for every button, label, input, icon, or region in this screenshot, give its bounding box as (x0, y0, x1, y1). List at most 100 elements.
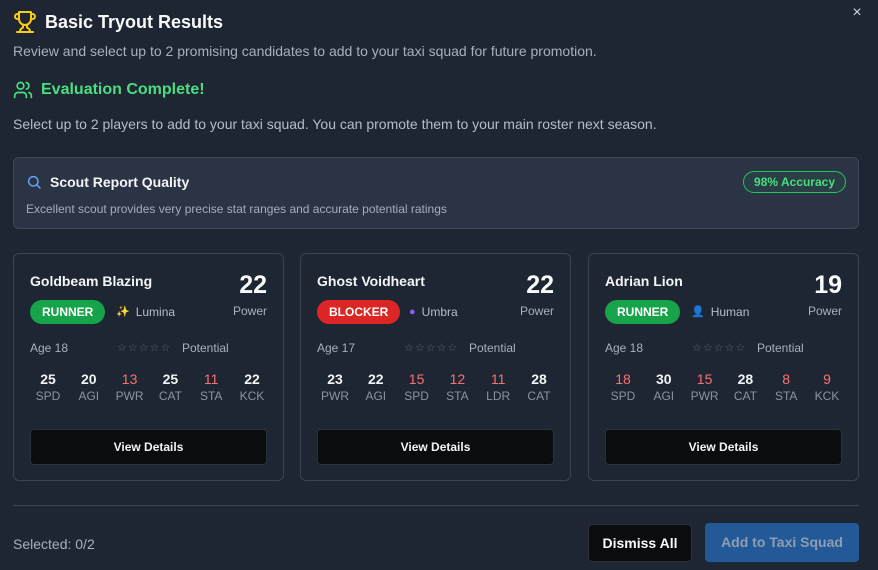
evaluation-header: Evaluation Complete! (13, 80, 205, 100)
users-icon (13, 81, 33, 99)
evaluation-description: Select up to 2 players to add to your ta… (13, 116, 657, 132)
stat-value: 11 (490, 371, 506, 387)
stat-value: 23 (327, 371, 343, 387)
view-details-button[interactable]: View Details (605, 429, 842, 465)
player-power: 22 (526, 271, 554, 299)
stat-value: 30 (656, 371, 672, 387)
stat-value: 18 (615, 371, 631, 387)
stat-value: 13 (121, 371, 138, 387)
close-icon[interactable]: × (848, 4, 866, 22)
player-race: ✨ Lumina (116, 305, 175, 319)
modal-subtitle: Review and select up to 2 promising cand… (13, 43, 597, 59)
player-stats: 18 SPD 30 AGI 15 PWR 28 CAT 8 STA 9 KCK (603, 371, 847, 403)
stat-value: 20 (81, 371, 97, 387)
power-label: Power (232, 304, 267, 318)
stat-item: 25 SPD (28, 371, 68, 403)
player-name: Goldbeam Blazing (30, 273, 153, 289)
player-race: 👤 Human (691, 305, 749, 319)
stat-value: 9 (823, 371, 831, 387)
accuracy-badge: 98% Accuracy (743, 171, 846, 193)
stat-item: 22 AGI (356, 371, 396, 403)
stat-item: 22 KCK (232, 371, 272, 403)
player-stats: 23 PWR 22 AGI 15 SPD 12 STA 11 LDR 28 CAT (315, 371, 559, 403)
stat-item: 30 AGI (644, 371, 684, 403)
stat-item: 8 STA (766, 371, 806, 403)
stat-item: 11 STA (191, 371, 231, 403)
stat-value: 11 (203, 371, 219, 387)
stat-item: 15 SPD (397, 371, 437, 403)
stat-key: SPD (610, 389, 636, 403)
player-card[interactable]: Adrian Lion 19 Power RUNNER 👤 Human Age … (588, 253, 859, 481)
player-card[interactable]: Goldbeam Blazing 22 Power RUNNER ✨ Lumin… (13, 253, 284, 481)
position-badge: BLOCKER (317, 300, 401, 324)
stat-key: PWR (115, 389, 144, 403)
stat-value: 12 (449, 371, 466, 387)
stat-item: 28 CAT (519, 371, 559, 403)
stat-value: 25 (162, 371, 179, 387)
stat-value: 15 (408, 371, 425, 387)
player-age: Age 17 (317, 341, 356, 355)
stat-key: STA (446, 389, 469, 403)
potential-stars: ☆☆☆☆☆ (404, 342, 459, 354)
stat-value: 15 (696, 371, 713, 387)
player-age: Age 18 (605, 341, 644, 355)
add-to-taxi-squad-button[interactable]: Add to Taxi Squad (705, 523, 859, 562)
view-details-button[interactable]: View Details (317, 429, 554, 465)
stat-item: 28 CAT (725, 371, 765, 403)
race-label: Umbra (421, 305, 458, 319)
stat-item: 18 SPD (603, 371, 643, 403)
modal-title: Basic Tryout Results (45, 11, 224, 32)
stat-key: LDR (486, 389, 511, 403)
stat-key: AGI (78, 389, 100, 403)
stat-value: 22 (368, 371, 384, 387)
stat-key: PWR (321, 389, 349, 403)
stat-key: SPD (404, 389, 429, 403)
modal-header: Basic Tryout Results (13, 10, 223, 34)
stat-value: 8 (782, 371, 791, 387)
stat-key: CAT (527, 389, 551, 403)
footer-divider (13, 505, 859, 506)
stat-value: 25 (40, 371, 56, 387)
player-race: ● Umbra (409, 305, 458, 319)
player-card[interactable]: Ghost Voidheart 22 Power BLOCKER ● Umbra… (300, 253, 571, 481)
scout-report-header: Scout Report Quality (26, 174, 189, 190)
race-label: Human (710, 305, 750, 319)
stat-key: STA (774, 389, 798, 403)
stat-item: 9 KCK (807, 371, 847, 403)
stat-key: KCK (239, 389, 265, 403)
player-stats: 25 SPD 20 AGI 13 PWR 25 CAT 11 STA 22 KCK (28, 371, 272, 403)
player-power: 22 (239, 271, 267, 299)
tryout-results-modal: × Basic Tryout Results Review and select… (0, 0, 878, 570)
stat-value: 22 (244, 371, 260, 387)
player-cards: Goldbeam Blazing 22 Power RUNNER ✨ Lumin… (13, 253, 859, 481)
power-label: Power (807, 304, 842, 318)
potential-label: Potential (757, 341, 804, 355)
stat-key: KCK (814, 389, 840, 403)
stat-key: AGI (365, 389, 387, 403)
scout-report-title: Scout Report Quality (50, 174, 190, 190)
shadow-orb-icon: ● (409, 306, 416, 318)
power-label: Power (519, 304, 554, 318)
potential-stars: ☆☆☆☆☆ (117, 342, 172, 354)
scout-report-description: Excellent scout provides very precise st… (26, 202, 447, 216)
player-age: Age 18 (30, 341, 69, 355)
stat-key: PWR (690, 389, 719, 403)
potential-label: Potential (469, 341, 516, 355)
view-details-button[interactable]: View Details (30, 429, 267, 465)
stat-item: 12 STA (437, 371, 477, 403)
dismiss-all-button[interactable]: Dismiss All (588, 524, 692, 562)
trophy-icon (14, 11, 36, 33)
player-name: Ghost Voidheart (317, 273, 425, 289)
search-icon (27, 175, 41, 189)
stat-value: 28 (531, 371, 547, 387)
sparkles-icon: ✨ (116, 306, 130, 318)
potential-label: Potential (182, 341, 229, 355)
stat-key: STA (199, 389, 223, 403)
selected-count: Selected: 0/2 (13, 536, 95, 552)
stat-item: 15 PWR (685, 371, 725, 403)
evaluation-title: Evaluation Complete! (41, 81, 205, 98)
race-label: Lumina (135, 305, 176, 319)
stat-item: 13 PWR (110, 371, 150, 403)
potential-stars: ☆☆☆☆☆ (692, 342, 747, 354)
stat-value: 28 (737, 371, 754, 387)
